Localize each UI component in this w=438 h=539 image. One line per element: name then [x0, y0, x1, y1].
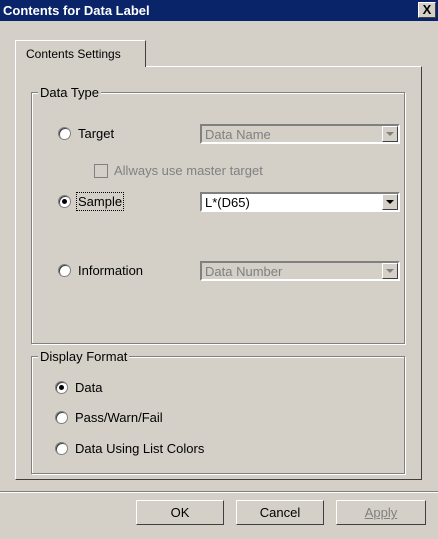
- chevron-down-icon: [386, 132, 394, 136]
- close-button[interactable]: X: [418, 2, 436, 18]
- ok-button[interactable]: OK: [136, 500, 224, 525]
- format-list-colors-label: Data Using List Colors: [75, 441, 205, 456]
- format-data-radio[interactable]: Data: [55, 380, 102, 395]
- format-pass-warn-fail-radio[interactable]: Pass/Warn/Fail: [55, 410, 163, 425]
- always-master-label: Allways use master target: [114, 163, 263, 178]
- target-label: Target: [78, 126, 115, 141]
- sample-combo-value: L*(D65): [205, 195, 250, 210]
- always-master-checkbox[interactable]: Allways use master target: [94, 163, 263, 178]
- format-pass-warn-fail-label: Pass/Warn/Fail: [75, 410, 163, 425]
- information-label: Information: [78, 263, 144, 278]
- window-title: Contents for Data Label: [3, 3, 150, 18]
- sample-label: Sample: [75, 192, 125, 211]
- tab-contents-settings[interactable]: Contents Settings: [15, 40, 146, 67]
- format-data-label: Data: [75, 380, 103, 395]
- target-combo-value: Data Name: [205, 127, 271, 142]
- format-list-colors-radio-dot[interactable]: [55, 442, 68, 455]
- sample-combo[interactable]: L*(D65): [200, 192, 400, 212]
- format-data-radio-dot[interactable]: [55, 381, 68, 394]
- sample-combo-dropdown-button[interactable]: [382, 194, 398, 210]
- format-pass-warn-fail-radio-dot[interactable]: [55, 411, 68, 424]
- target-combo-dropdown-button[interactable]: [382, 126, 398, 142]
- target-combo[interactable]: Data Name: [200, 124, 400, 144]
- information-combo-dropdown-button[interactable]: [382, 263, 398, 279]
- information-radio-dot[interactable]: [58, 264, 71, 277]
- sample-radio[interactable]: Sample: [58, 192, 125, 211]
- display-format-legend: Display Format: [38, 349, 130, 364]
- information-combo[interactable]: Data Number: [200, 261, 400, 281]
- cancel-button[interactable]: Cancel: [236, 500, 324, 525]
- data-type-legend: Data Type: [38, 85, 102, 100]
- chevron-down-icon: [386, 200, 394, 204]
- chevron-down-icon: [386, 269, 394, 273]
- button-separator: [0, 491, 438, 493]
- apply-button[interactable]: Apply: [336, 500, 426, 525]
- sample-radio-dot[interactable]: [58, 195, 71, 208]
- target-radio-dot[interactable]: [58, 127, 71, 140]
- information-combo-value: Data Number: [205, 264, 283, 279]
- target-radio[interactable]: Target: [58, 126, 114, 141]
- format-list-colors-radio[interactable]: Data Using List Colors: [55, 441, 204, 456]
- title-bar: Contents for Data Label X: [0, 0, 438, 21]
- always-master-box[interactable]: [94, 163, 108, 178]
- information-radio[interactable]: Information: [58, 263, 143, 278]
